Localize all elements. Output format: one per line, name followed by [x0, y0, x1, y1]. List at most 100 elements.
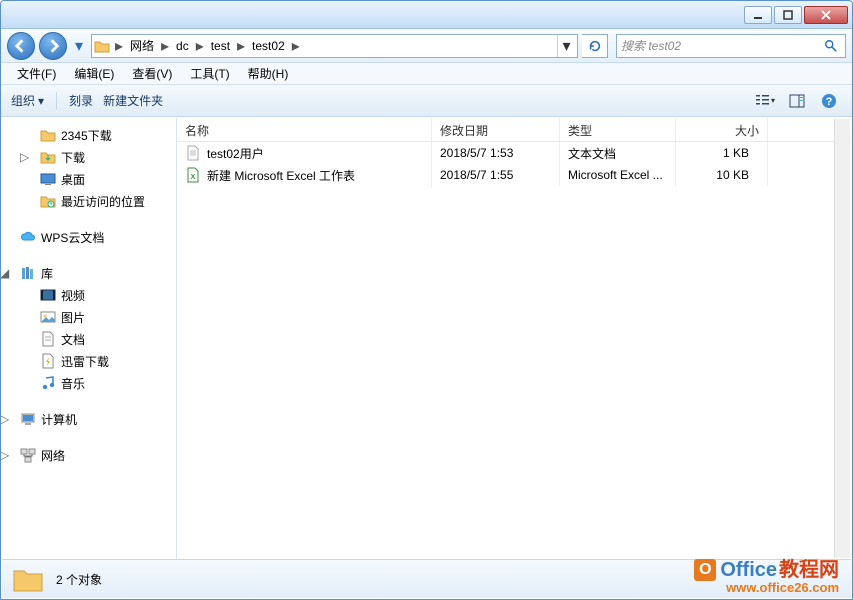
tree-item-label: 2345下载	[61, 127, 112, 144]
tree-item-label: 视频	[61, 287, 85, 304]
back-button[interactable]	[7, 32, 35, 60]
navigation-tree[interactable]: 2345下载▷下载桌面最近访问的位置WPS云文档◢库视频图片文档迅雷下载音乐▷计…	[2, 118, 177, 559]
chevron-right-icon[interactable]: ▸	[158, 36, 172, 56]
file-name: test02用户	[207, 145, 264, 162]
address-bar[interactable]: ▸ 网络 ▸ dc ▸ test ▸ test02 ▸ ▾	[91, 34, 578, 58]
chevron-right-icon[interactable]: ▸	[112, 36, 126, 56]
tree-item[interactable]: 迅雷下载	[2, 350, 176, 372]
file-size: 1 KB	[676, 142, 768, 164]
breadcrumb-item[interactable]: dc	[172, 35, 193, 57]
chevron-right-icon[interactable]: ▸	[234, 36, 248, 56]
txt-icon	[185, 145, 201, 161]
expand-icon[interactable]: ▷	[2, 448, 14, 462]
tree-item[interactable]: 最近访问的位置	[2, 190, 176, 212]
expand-icon[interactable]: ▷	[20, 150, 34, 164]
column-date[interactable]: 修改日期	[432, 118, 560, 141]
menu-edit[interactable]: 编辑(E)	[66, 63, 122, 84]
menu-file[interactable]: 文件(F)	[9, 63, 64, 84]
file-row[interactable]: test02用户2018/5/7 1:53文本文档1 KB	[177, 142, 851, 164]
file-date: 2018/5/7 1:55	[432, 164, 560, 186]
tree-item[interactable]: 图片	[2, 306, 176, 328]
search-icon[interactable]	[821, 39, 841, 53]
tree-item-label: 音乐	[61, 375, 85, 392]
column-type[interactable]: 类型	[560, 118, 676, 141]
watermark: O Office教程网 www.office26.com	[694, 559, 839, 594]
chevron-right-icon[interactable]: ▸	[193, 36, 207, 56]
organize-button[interactable]: 组织 ▾	[11, 92, 44, 109]
computer-icon	[20, 411, 36, 427]
file-type: Microsoft Excel ...	[560, 164, 676, 186]
forward-button[interactable]	[39, 32, 67, 60]
breadcrumb-item[interactable]: test	[207, 35, 234, 57]
folder-icon	[40, 127, 56, 143]
minimize-button[interactable]	[744, 6, 772, 24]
new-folder-button[interactable]: 新建文件夹	[103, 92, 163, 109]
expand-icon[interactable]: ▷	[2, 412, 14, 426]
file-row[interactable]: X 新建 Microsoft Excel 工作表 2018/5/7 1:55Micr…	[177, 164, 851, 186]
document-icon	[40, 331, 56, 347]
tree-item[interactable]: 桌面	[2, 168, 176, 190]
column-name[interactable]: 名称	[177, 118, 432, 141]
tree-item[interactable]: 2345下载	[2, 124, 176, 146]
folder-icon	[94, 38, 110, 54]
nav-bar: ▾ ▸ 网络 ▸ dc ▸ test ▸ test02 ▸ ▾ 搜索 test0…	[1, 29, 852, 63]
menu-tools[interactable]: 工具(T)	[182, 63, 237, 84]
file-name: 新建 Microsoft Excel 工作表	[207, 167, 355, 184]
titlebar	[1, 1, 852, 29]
tree-item-label: 迅雷下载	[61, 353, 109, 370]
video-icon	[40, 287, 56, 303]
svg-text:X: X	[191, 174, 196, 181]
network-icon	[20, 447, 36, 463]
chevron-right-icon[interactable]: ▸	[289, 36, 303, 56]
tree-item[interactable]: ▷ 网络	[2, 444, 176, 466]
picture-icon	[40, 309, 56, 325]
menu-help[interactable]: 帮助(H)	[240, 63, 297, 84]
tree-item-label: 计算机	[41, 411, 77, 428]
svg-text:?: ?	[826, 96, 833, 108]
breadcrumb-item[interactable]: test02	[248, 35, 289, 57]
preview-pane-button[interactable]	[784, 89, 810, 113]
view-options-button[interactable]: ▾	[752, 89, 778, 113]
tree-item[interactable]: WPS云文档	[2, 226, 176, 248]
address-dropdown[interactable]: ▾	[557, 35, 575, 57]
search-placeholder: 搜索 test02	[621, 37, 821, 54]
xls-icon: X	[185, 167, 201, 183]
burn-button[interactable]: 刻录	[69, 92, 93, 109]
maximize-button[interactable]	[774, 6, 802, 24]
cloud-icon	[20, 229, 36, 245]
search-input[interactable]: 搜索 test02	[616, 34, 846, 58]
recent-icon	[40, 193, 56, 209]
nav-history-dropdown[interactable]: ▾	[71, 35, 87, 57]
tree-item[interactable]: 音乐	[2, 372, 176, 394]
tree-item-label: 桌面	[61, 171, 85, 188]
library-icon	[20, 265, 36, 281]
tree-item-label: 图片	[61, 309, 85, 326]
menu-view[interactable]: 查看(V)	[124, 63, 180, 84]
watermark-logo-icon: O	[694, 559, 716, 581]
tree-item[interactable]: 文档	[2, 328, 176, 350]
refresh-button[interactable]	[582, 34, 608, 58]
desktop-icon	[40, 171, 56, 187]
tree-item-label: 最近访问的位置	[61, 193, 145, 210]
toolbar: 组织 ▾ 刻录 新建文件夹 ▾ ?	[1, 85, 852, 117]
menu-bar: 文件(F) 编辑(E) 查看(V) 工具(T) 帮助(H)	[1, 63, 852, 85]
thunder-icon	[40, 353, 56, 369]
expand-icon[interactable]: ◢	[2, 266, 14, 280]
help-button[interactable]: ?	[816, 89, 842, 113]
tree-item-label: 库	[41, 265, 53, 282]
status-count: 2 个对象	[56, 571, 102, 588]
tree-item-label: 网络	[41, 447, 65, 464]
tree-item-label: 下载	[61, 149, 85, 166]
tree-item[interactable]: ◢库	[2, 262, 176, 284]
file-date: 2018/5/7 1:53	[432, 142, 560, 164]
tree-item-label: 文档	[61, 331, 85, 348]
tree-item-label: WPS云文档	[41, 229, 104, 246]
tree-item[interactable]: ▷ 下载	[2, 146, 176, 168]
tree-item[interactable]: 视频	[2, 284, 176, 306]
breadcrumb-item[interactable]: 网络	[126, 35, 158, 57]
scrollbar[interactable]	[834, 119, 850, 558]
folder-icon	[12, 563, 44, 595]
close-button[interactable]	[804, 6, 848, 24]
column-size[interactable]: 大小	[676, 118, 768, 141]
tree-item[interactable]: ▷ 计算机	[2, 408, 176, 430]
